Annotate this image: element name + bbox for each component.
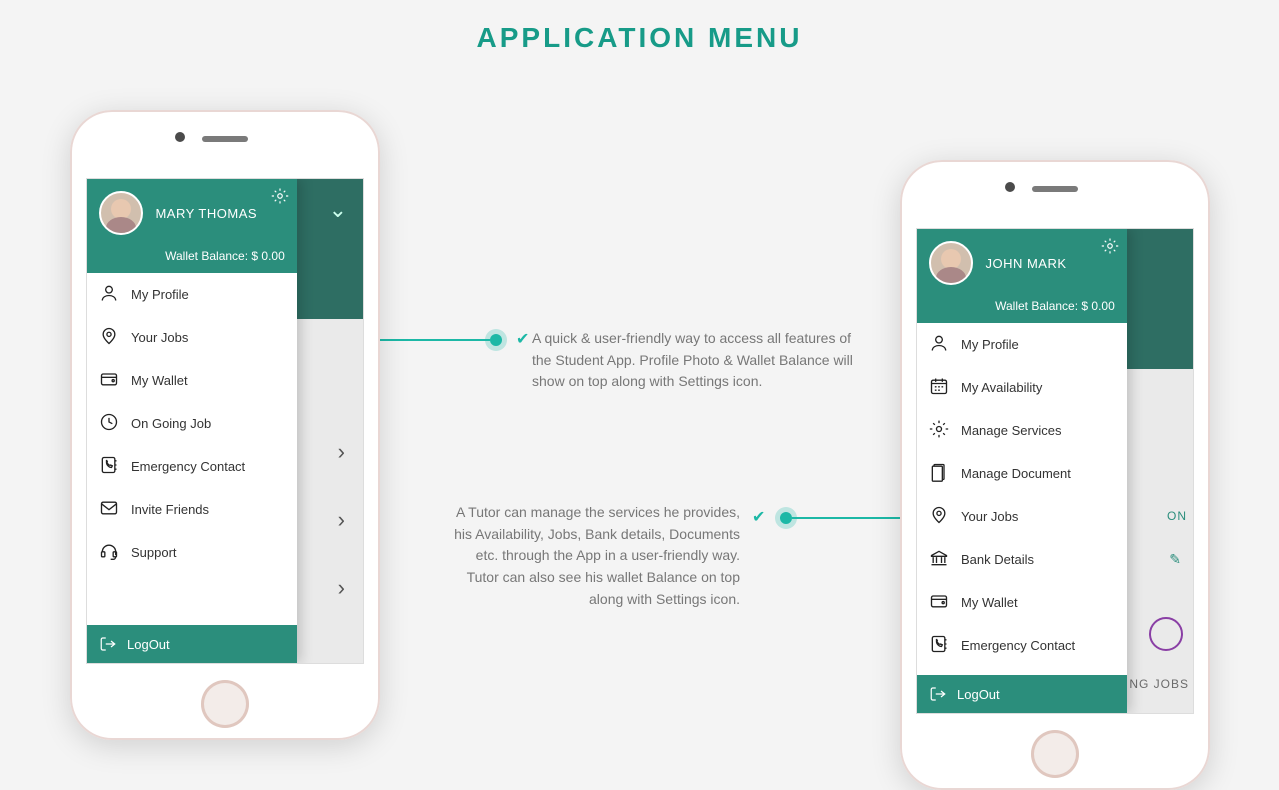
menu-item-manage-document[interactable]: Manage Document: [917, 452, 1127, 495]
headset-icon: [99, 541, 119, 564]
wallet-icon: [929, 591, 949, 614]
menu-item-my-wallet[interactable]: My Wallet: [87, 359, 297, 402]
phone-speaker: [1032, 186, 1078, 192]
menu-item-label: Manage Services: [961, 423, 1061, 438]
description-student: A quick & user-friendly way to access al…: [532, 328, 862, 393]
connector-dot: [490, 334, 502, 346]
user-name: MARY THOMAS: [155, 206, 257, 221]
page-title: APPLICATION MENU: [0, 0, 1279, 54]
phone-camera: [175, 132, 185, 142]
home-button[interactable]: [201, 680, 249, 728]
menu-item-label: Your Jobs: [131, 330, 188, 345]
menu-item-label: Your Jobs: [961, 509, 1018, 524]
menu-item-my-profile[interactable]: My Profile: [917, 323, 1127, 366]
menu-item-label: Bank Details: [961, 552, 1034, 567]
gear-icon: [1101, 237, 1119, 255]
drawer-header: MARY THOMAS Wallet Balance: $ 0.00: [87, 179, 297, 273]
menu-item-support[interactable]: Support: [87, 531, 297, 574]
clock-icon: [99, 412, 119, 435]
phone-camera: [1005, 182, 1015, 192]
connector-line: [792, 517, 900, 519]
chevron-right-icon: ›: [338, 439, 345, 465]
envelope-icon: [99, 498, 119, 521]
user-name: JOHN MARK: [985, 256, 1066, 271]
avatar[interactable]: [99, 191, 143, 235]
phone-screen: ⌄ › › › MARY THOMAS Wallet Balance: $ 0.…: [86, 178, 364, 664]
menu-item-user-feedback[interactable]: User Feedback: [917, 667, 1127, 675]
menu-item-my-profile[interactable]: My Profile: [87, 273, 297, 316]
menu-item-label: My Wallet: [961, 595, 1018, 610]
menu-item-on-going-job[interactable]: On Going Job: [87, 402, 297, 445]
navigation-drawer: MARY THOMAS Wallet Balance: $ 0.00 My Pr…: [87, 179, 297, 663]
logout-button[interactable]: LogOut: [87, 625, 297, 663]
check-icon: ✔: [752, 507, 765, 527]
phone-book-icon: [99, 455, 119, 478]
phone-screen: ON ✎ NG JOBS JOHN MARK Wallet Balance: $…: [916, 228, 1194, 714]
edit-icon: ✎: [1169, 551, 1181, 568]
drawer-header: JOHN MARK Wallet Balance: $ 0.00: [917, 229, 1127, 323]
menu-item-emergency-contact[interactable]: Emergency Contact: [87, 445, 297, 488]
menu-item-manage-services[interactable]: Manage Services: [917, 409, 1127, 452]
phone-book-icon: [929, 634, 949, 657]
home-button[interactable]: [1031, 730, 1079, 778]
menu-item-emergency-contact[interactable]: Emergency Contact: [917, 624, 1127, 667]
menu-item-my-availability[interactable]: My Availability: [917, 366, 1127, 409]
bg-text: ON: [1167, 509, 1187, 523]
navigation-drawer: JOHN MARK Wallet Balance: $ 0.00 My Prof…: [917, 229, 1127, 713]
pin-icon: [929, 505, 949, 528]
chevron-right-icon: ›: [338, 575, 345, 601]
wallet-balance: Wallet Balance: $ 0.00: [929, 299, 1115, 313]
user-icon: [929, 333, 949, 356]
chevron-down-icon: ⌄: [329, 197, 347, 223]
menu-item-label: Invite Friends: [131, 502, 209, 517]
check-icon: ✔: [516, 329, 529, 349]
menu-item-label: My Availability: [961, 380, 1042, 395]
menu-list: My Profile Your Jobs My Wallet On Going Job…: [87, 273, 297, 625]
phone-student: ⌄ › › › MARY THOMAS Wallet Balance: $ 0.…: [70, 110, 380, 740]
gear-solid-icon: [929, 419, 949, 442]
menu-item-label: On Going Job: [131, 416, 211, 431]
menu-item-label: My Profile: [131, 287, 189, 302]
logout-button[interactable]: LogOut: [917, 675, 1127, 713]
document-icon: [929, 462, 949, 485]
menu-item-label: My Profile: [961, 337, 1019, 352]
phone-speaker: [202, 136, 248, 142]
menu-item-your-jobs[interactable]: Your Jobs: [917, 495, 1127, 538]
menu-item-label: Manage Document: [961, 466, 1071, 481]
description-tutor: A Tutor can manage the services he provi…: [440, 502, 740, 610]
menu-list: My Profile My Availability Manage Services…: [917, 323, 1127, 675]
menu-item-invite-friends[interactable]: Invite Friends: [87, 488, 297, 531]
gear-icon: [271, 187, 289, 205]
app-background: ⌄ › › ›: [297, 179, 363, 663]
settings-button[interactable]: [1101, 237, 1119, 260]
menu-item-label: Support: [131, 545, 177, 560]
menu-item-label: My Wallet: [131, 373, 188, 388]
logout-icon: [99, 635, 117, 653]
menu-item-my-wallet[interactable]: My Wallet: [917, 581, 1127, 624]
phone-tutor: ON ✎ NG JOBS JOHN MARK Wallet Balance: $…: [900, 160, 1210, 790]
bank-icon: [929, 548, 949, 571]
bg-text: NG JOBS: [1129, 677, 1189, 691]
user-icon: [99, 283, 119, 306]
logout-label: LogOut: [127, 637, 170, 652]
pin-icon: [99, 326, 119, 349]
wallet-balance: Wallet Balance: $ 0.00: [99, 249, 285, 263]
logout-icon: [929, 685, 947, 703]
menu-item-label: Emergency Contact: [961, 638, 1075, 653]
menu-item-label: Emergency Contact: [131, 459, 245, 474]
connector-dot: [780, 512, 792, 524]
menu-item-your-jobs[interactable]: Your Jobs: [87, 316, 297, 359]
logout-label: LogOut: [957, 687, 1000, 702]
avatar[interactable]: [929, 241, 973, 285]
calendar-icon: [929, 376, 949, 399]
bg-circle: [1149, 617, 1183, 651]
menu-item-bank-details[interactable]: Bank Details: [917, 538, 1127, 581]
app-background: ON ✎ NG JOBS: [1127, 229, 1193, 713]
settings-button[interactable]: [271, 187, 289, 210]
connector-line: [380, 339, 490, 341]
wallet-icon: [99, 369, 119, 392]
chevron-right-icon: ›: [338, 507, 345, 533]
